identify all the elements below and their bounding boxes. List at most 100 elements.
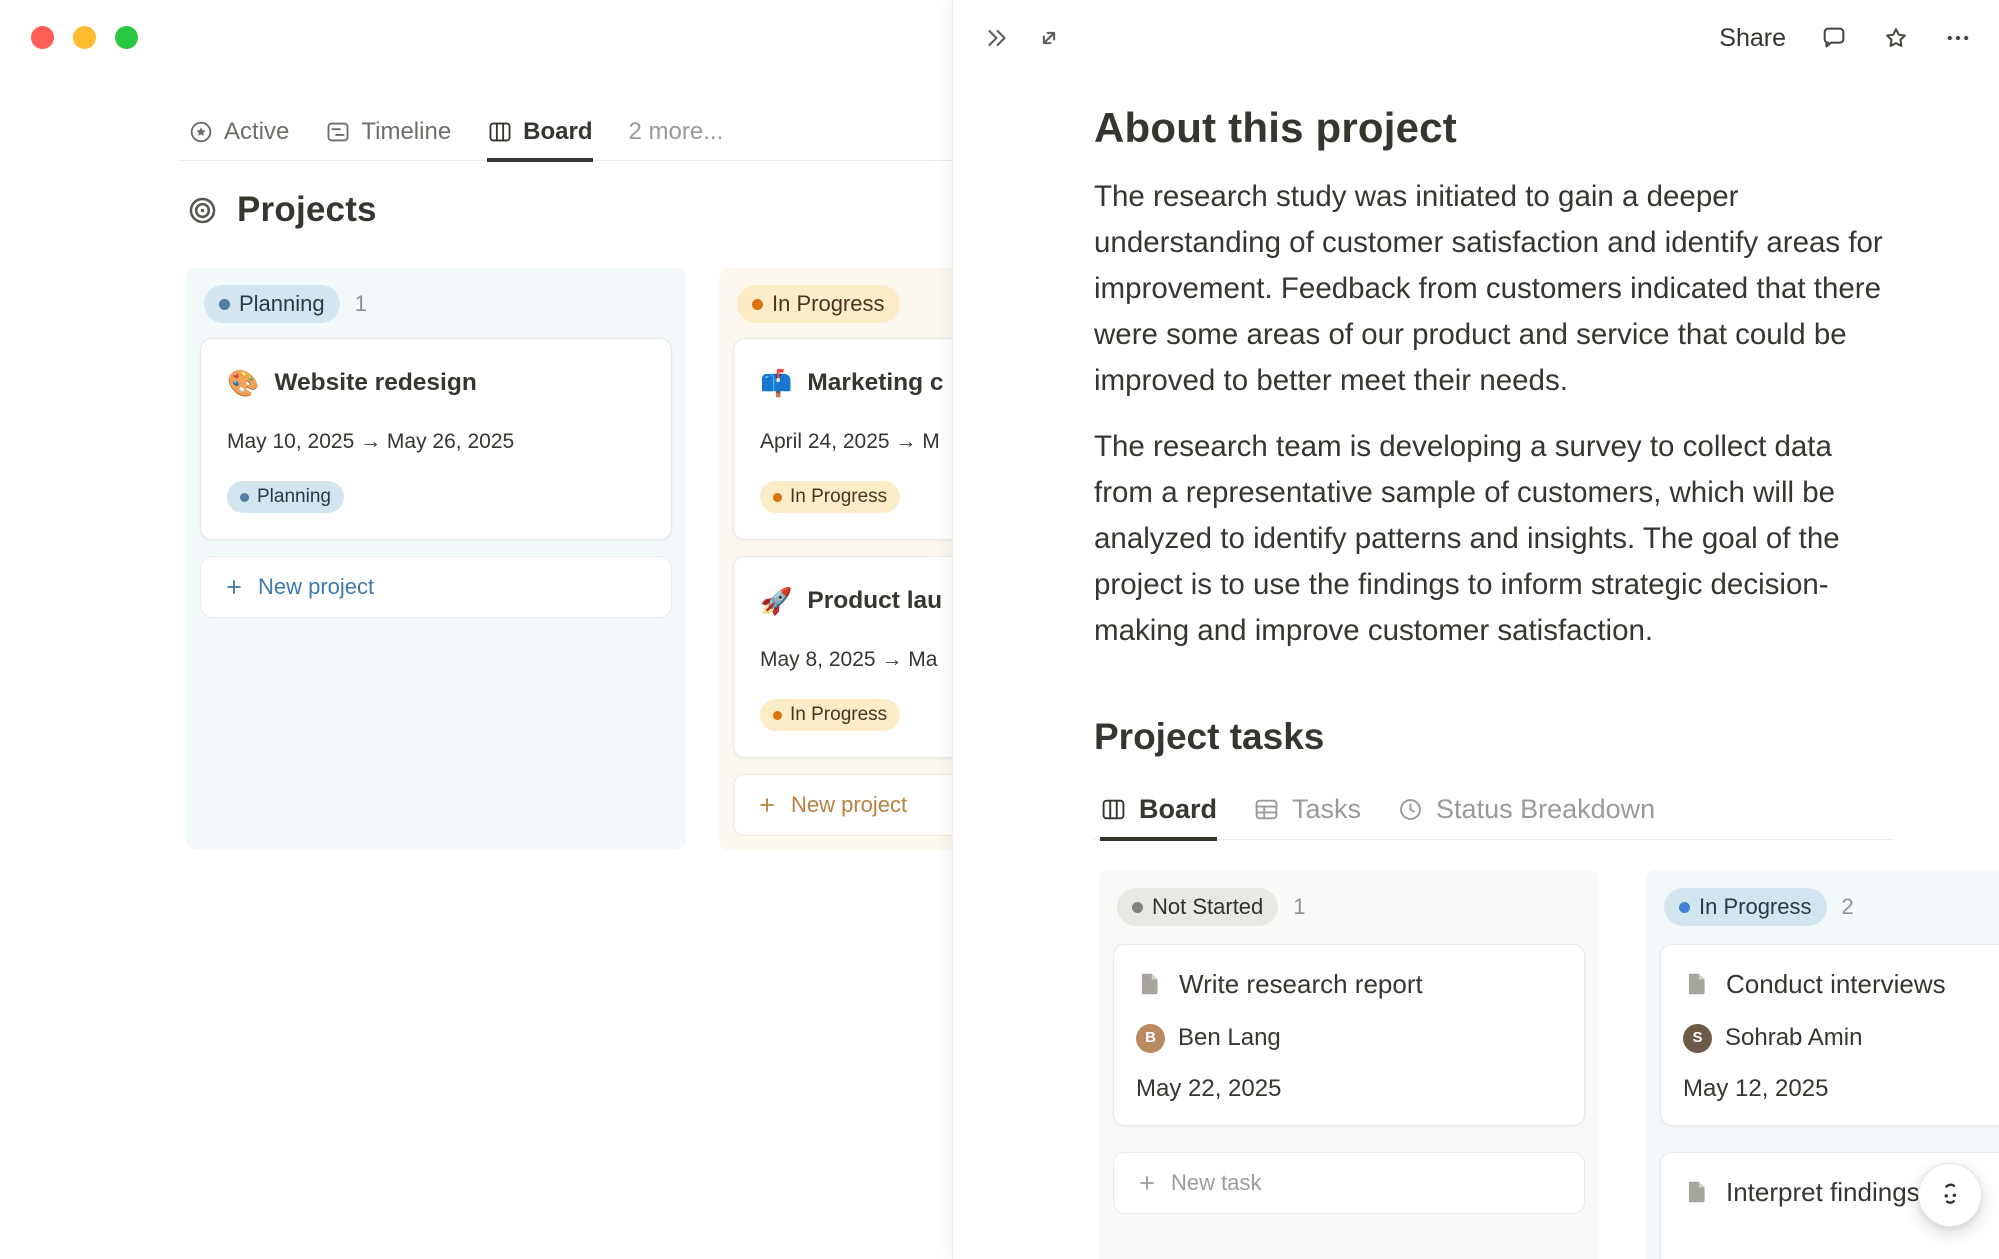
- project-card-product-launch[interactable]: 🚀 Product lau May 8, 2025 → Ma In Progre…: [733, 556, 952, 758]
- view-tab-label: 2 more...: [629, 118, 724, 146]
- project-card-marketing[interactable]: 📫 Marketing c April 24, 2025 → M In Prog…: [733, 338, 952, 540]
- status-dot: [773, 711, 782, 720]
- tasks-tab-board[interactable]: Board: [1100, 794, 1217, 841]
- column-count: 2: [1842, 894, 1854, 920]
- column-header: Not Started 1: [1113, 884, 1585, 930]
- project-document: About this project The research study wa…: [953, 102, 1999, 1259]
- column-count: 1: [1293, 894, 1305, 920]
- main-page-pane: Active Timeline Board 2 more...: [0, 0, 952, 1259]
- new-project-label: New project: [258, 574, 374, 600]
- collapse-double-chevron-icon[interactable]: [983, 24, 1011, 52]
- card-title: Product lau: [807, 583, 942, 619]
- table-icon: [1253, 796, 1280, 823]
- column-header: Planning 1: [200, 282, 672, 326]
- side-peek-panel: Share About this project The research st…: [952, 0, 1999, 1259]
- status-label: In Progress: [772, 291, 885, 317]
- card-title: Website redesign: [274, 365, 476, 401]
- share-button[interactable]: Share: [1719, 24, 1786, 53]
- bullseye-icon: [186, 194, 219, 227]
- card-tag-row: In Progress: [760, 699, 952, 731]
- minimize-button[interactable]: [73, 26, 96, 49]
- avatar-sohrab-amin: S: [1683, 1024, 1712, 1053]
- notion-ai-button[interactable]: [1918, 1163, 1982, 1227]
- status-pill-in-progress: In Progress: [1664, 888, 1827, 926]
- assignee-row: B Ben Lang: [1136, 1023, 1562, 1053]
- new-project-button[interactable]: New project: [733, 774, 952, 836]
- tasks-tab-label: Tasks: [1292, 794, 1361, 825]
- status-pill-not-started: Not Started: [1117, 888, 1278, 926]
- comments-icon[interactable]: [1820, 24, 1848, 52]
- tasks-board: Not Started 1 Write research report: [1099, 870, 1999, 1259]
- kanban-column-in-progress: In Progress 📫 Marketing c April 24, 2025…: [719, 268, 952, 850]
- close-button[interactable]: [31, 26, 54, 49]
- view-tab-label: Timeline: [361, 118, 451, 146]
- new-task-button[interactable]: New task: [1113, 1152, 1585, 1214]
- assignee-name: Sohrab Amin: [1725, 1023, 1862, 1053]
- new-project-button[interactable]: New project: [200, 556, 672, 618]
- doc-title: About this project: [1094, 102, 1999, 154]
- card-title-row: 📫 Marketing c: [760, 365, 952, 401]
- view-tab-label: Board: [523, 118, 592, 146]
- kanban-column-planning: Planning 1 🎨 Website redesign May 10, 20…: [186, 268, 686, 850]
- doc-paragraph-1: The research study was initiated to gain…: [1094, 174, 1886, 404]
- view-tab-timeline[interactable]: Timeline: [325, 118, 451, 162]
- notion-ai-face-icon: [1932, 1177, 1968, 1213]
- status-dot: [240, 493, 249, 502]
- project-card-website-redesign[interactable]: 🎨 Website redesign May 10, 2025 → May 26…: [200, 338, 672, 540]
- tag-pill-in-progress: In Progress: [760, 699, 900, 731]
- assignee-name: Ben Lang: [1178, 1023, 1281, 1053]
- palette-emoji-icon: 🎨: [227, 370, 259, 396]
- rocket-emoji-icon: 🚀: [760, 588, 792, 614]
- view-tab-active[interactable]: Active: [188, 118, 289, 162]
- notion-window: Active Timeline Board 2 more...: [0, 0, 1999, 1259]
- timeline-icon: [325, 119, 351, 145]
- page-icon: [1683, 970, 1711, 998]
- tag-pill-in-progress: In Progress: [760, 481, 900, 513]
- board-icon: [1100, 796, 1127, 823]
- card-title-row: Conduct interviews: [1683, 967, 1999, 1001]
- status-dot: [219, 299, 230, 310]
- plus-icon: [756, 794, 778, 816]
- status-dot: [1132, 902, 1143, 913]
- plus-icon: [223, 576, 245, 598]
- new-task-label: New task: [1171, 1170, 1261, 1196]
- view-tab-label: Active: [224, 118, 289, 146]
- clock-icon: [1397, 796, 1424, 823]
- card-title-row: 🎨 Website redesign: [227, 365, 645, 401]
- due-date: May 22, 2025: [1136, 1075, 1562, 1103]
- column-header: In Progress: [733, 282, 952, 326]
- expand-diagonal-icon[interactable]: [1035, 24, 1063, 52]
- zoom-button[interactable]: [115, 26, 138, 49]
- status-pill-in-progress: In Progress: [737, 285, 900, 323]
- card-title-row: 🚀 Product lau: [760, 583, 952, 619]
- page-title-row: Projects: [186, 190, 377, 230]
- avatar-ben-lang: B: [1136, 1024, 1165, 1053]
- view-tab-more[interactable]: 2 more...: [629, 118, 724, 162]
- tasks-tab-tasks[interactable]: Tasks: [1253, 794, 1361, 841]
- tasks-tab-status-breakdown[interactable]: Status Breakdown: [1397, 794, 1655, 841]
- doc-paragraph-2: The research team is developing a survey…: [1094, 424, 1886, 654]
- card-dates: April 24, 2025 → M: [760, 427, 952, 457]
- toolbar-left-icons: [983, 24, 1063, 52]
- favorite-star-icon[interactable]: [1882, 24, 1910, 52]
- status-pill-planning: Planning: [204, 285, 340, 323]
- card-title-row: Write research report: [1136, 967, 1562, 1001]
- more-options-icon[interactable]: [1944, 24, 1972, 52]
- column-header: In Progress 2: [1660, 884, 1999, 930]
- task-title: Interpret findings: [1726, 1175, 1920, 1209]
- card-dates: May 10, 2025 → May 26, 2025: [227, 427, 645, 457]
- new-project-label: New project: [791, 792, 907, 818]
- tag-label: Planning: [257, 486, 331, 508]
- view-tab-board[interactable]: Board: [487, 118, 592, 162]
- toolbar-right-icons: Share: [1719, 24, 1972, 53]
- page-title: Projects: [237, 190, 377, 230]
- mailbox-emoji-icon: 📫: [760, 370, 792, 396]
- task-card-write-research-report[interactable]: Write research report B Ben Lang May 22,…: [1113, 944, 1585, 1126]
- status-dot: [752, 299, 763, 310]
- task-column-not-started: Not Started 1 Write research report: [1099, 870, 1599, 1259]
- task-card-conduct-interviews[interactable]: Conduct interviews S Sohrab Amin May 12,…: [1660, 944, 1999, 1126]
- tasks-tab-label: Status Breakdown: [1436, 794, 1655, 825]
- tasks-heading: Project tasks: [1094, 714, 1999, 760]
- card-title: Marketing c: [807, 365, 943, 401]
- page-icon: [1683, 1178, 1711, 1206]
